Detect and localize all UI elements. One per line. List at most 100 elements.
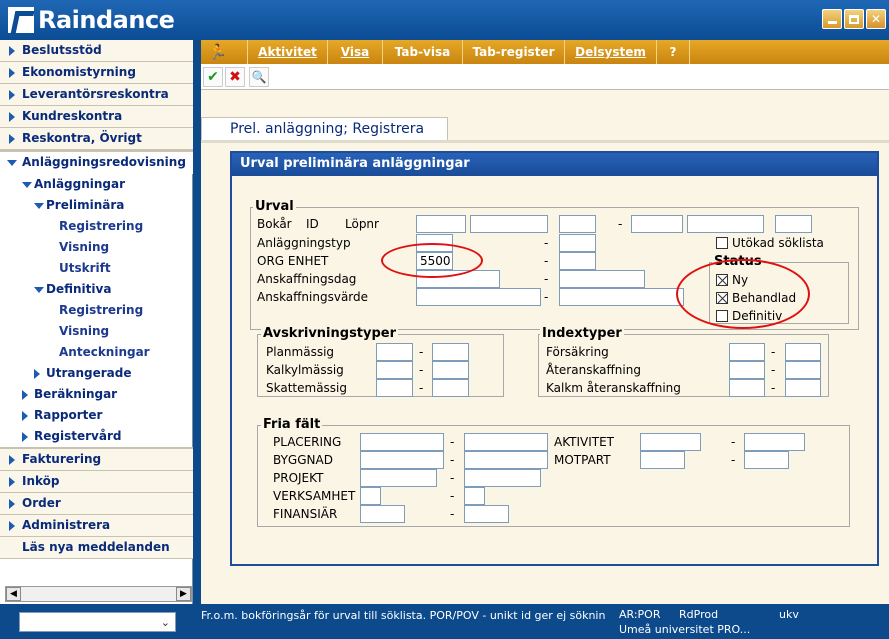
verksamhet-to-input[interactable] (464, 487, 485, 505)
nav-beslutsstod[interactable]: Beslutsstöd (0, 40, 193, 62)
caret-right-icon (9, 477, 15, 487)
range-dash: - (731, 453, 736, 467)
anskaffningsdag-to-input[interactable] (559, 270, 645, 288)
running-man-icon[interactable]: 🏃 (205, 42, 231, 62)
range-dash: - (419, 363, 424, 377)
nav-def-visning[interactable]: Visning (59, 321, 109, 342)
nav-anlaggningsredovisning[interactable]: Anläggningsredovisning (0, 152, 193, 174)
skattemassig-to-input[interactable] (432, 379, 469, 397)
panel-title: Urval preliminära anläggningar (232, 153, 877, 176)
org-enhet-to-input[interactable] (559, 252, 596, 270)
sidebar-hscrollbar[interactable]: ◀ ▶ (5, 586, 192, 602)
menu-visa[interactable]: Visa (327, 40, 382, 64)
nav-utrangerade[interactable]: Utrangerade (34, 363, 132, 384)
aktivitet-from-input[interactable] (640, 433, 701, 451)
forsakring-from-input[interactable] (729, 343, 765, 361)
range-dash: - (450, 489, 455, 503)
nav-definitiva[interactable]: Definitiva (34, 279, 111, 300)
anlaggningstyp-to-input[interactable] (559, 234, 596, 252)
nav-order[interactable]: Order (0, 493, 193, 515)
caret-down-icon (34, 287, 44, 293)
nav-kundreskontra[interactable]: Kundreskontra (0, 106, 193, 128)
skattemassig-label: Skattemässig (266, 381, 347, 395)
id-from-input[interactable] (470, 215, 548, 233)
finansiar-from-input[interactable] (360, 505, 405, 523)
id-to-input[interactable] (687, 215, 764, 233)
kalkm-ateranskaffning-from-input[interactable] (729, 379, 765, 397)
skattemassig-from-input[interactable] (376, 379, 413, 397)
menu-label: Visa (340, 45, 370, 59)
byggnad-to-input[interactable] (464, 451, 548, 469)
byggnad-from-input[interactable] (360, 451, 444, 469)
projekt-to-input[interactable] (464, 469, 541, 487)
maximize-button[interactable] (844, 9, 864, 29)
cancel-button[interactable]: ✖ (225, 67, 245, 87)
nav-anteckningar[interactable]: Anteckningar (59, 342, 150, 363)
nav-label: Anteckningar (59, 345, 150, 359)
nav-reskontra-ovrigt[interactable]: Reskontra, Övrigt (0, 128, 193, 150)
anskaffningsvarde-to-input[interactable] (559, 288, 684, 306)
kalkylmassig-from-input[interactable] (376, 361, 413, 379)
lopnr-from-input[interactable] (559, 215, 596, 233)
nav-leverantorsreskontra[interactable]: Leverantörsreskontra (0, 84, 193, 106)
motpart-to-input[interactable] (744, 451, 789, 469)
nav-ekonomistyrning[interactable]: Ekonomistyrning (0, 62, 193, 84)
kalkm-ateranskaffning-to-input[interactable] (785, 379, 821, 397)
nav-rapporter[interactable]: Rapporter (22, 405, 102, 426)
indextyper-legend: Indextyper (540, 326, 624, 341)
nav-fakturering[interactable]: Fakturering (0, 449, 193, 471)
nav-administrera[interactable]: Administrera (0, 515, 193, 537)
planmassig-from-input[interactable] (376, 343, 413, 361)
nav-def-registrering[interactable]: Registrering (59, 300, 143, 321)
ateranskaffning-to-input[interactable] (785, 361, 821, 379)
raindance-logo: Raindance (8, 6, 175, 34)
nav-label: Registervård (34, 429, 122, 443)
planmassig-to-input[interactable] (432, 343, 469, 361)
nav-visning[interactable]: Visning (59, 237, 109, 258)
lopnr-to-input[interactable] (775, 215, 812, 233)
projekt-from-input[interactable] (360, 469, 437, 487)
placering-from-input[interactable] (360, 433, 444, 451)
verksamhet-from-input[interactable] (360, 487, 381, 505)
anskaffningsvarde-from-input[interactable] (416, 288, 541, 306)
search-button[interactable]: 🔍 (249, 67, 269, 87)
placering-to-input[interactable] (464, 433, 548, 451)
menu-tab-register[interactable]: Tab-register (462, 40, 564, 64)
bokar-from-input[interactable] (416, 215, 466, 233)
close-button[interactable]: ✕ (866, 9, 886, 29)
range-dash: - (544, 290, 549, 304)
scroll-right-icon[interactable]: ▶ (176, 587, 191, 601)
nav-inkop[interactable]: Inköp (0, 471, 193, 493)
range-dash: - (450, 453, 455, 467)
sidebar-dropdown[interactable]: ⌄ (19, 612, 176, 632)
nav-las-nya-meddelanden[interactable]: Läs nya meddelanden (0, 537, 193, 559)
chevron-down-icon: ⌄ (160, 616, 170, 629)
menu-tab-visa[interactable]: Tab-visa (382, 40, 462, 64)
nav-registervard[interactable]: Registervård (22, 426, 122, 447)
forsakring-to-input[interactable] (785, 343, 821, 361)
aktivitet-to-input[interactable] (744, 433, 805, 451)
nav-utskrift[interactable]: Utskrift (59, 258, 111, 279)
planmassig-label: Planmässig (266, 345, 335, 359)
menu-label: ? (669, 45, 677, 59)
scroll-left-icon[interactable]: ◀ (6, 587, 21, 601)
finansiar-to-input[interactable] (464, 505, 509, 523)
kalkylmassig-to-input[interactable] (432, 361, 469, 379)
utokad-soklista-checkbox[interactable] (716, 237, 728, 249)
ateranskaffning-from-input[interactable] (729, 361, 765, 379)
menu-label: Tab-visa (394, 45, 451, 59)
nav-berakningar[interactable]: Beräkningar (22, 384, 117, 405)
nav-preliminara[interactable]: Preliminära (34, 195, 124, 216)
minimize-button[interactable] (822, 9, 842, 29)
menu-aktivitet[interactable]: Aktivitet (247, 40, 327, 64)
motpart-from-input[interactable] (640, 451, 685, 469)
menu-help[interactable]: ? (656, 40, 690, 64)
nav-label: Utskrift (59, 261, 111, 275)
menu-label: Tab-register (472, 45, 555, 59)
nav-registrering[interactable]: Registrering (59, 216, 143, 237)
ok-button[interactable]: ✔ (203, 67, 223, 87)
nav-anlaggningar[interactable]: Anläggningar (22, 174, 125, 195)
bokar-to-input[interactable] (631, 215, 683, 233)
menu-delsystem[interactable]: Delsystem (564, 40, 656, 64)
range-dash: - (450, 507, 455, 521)
